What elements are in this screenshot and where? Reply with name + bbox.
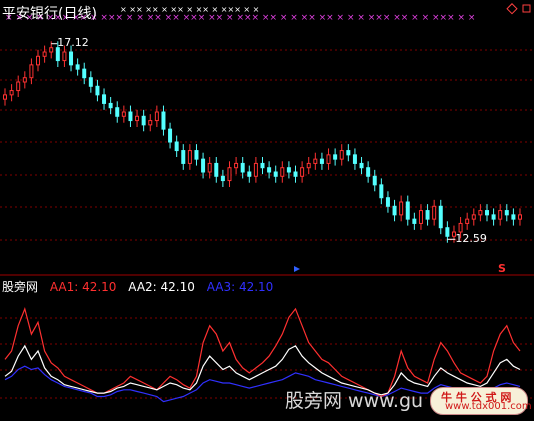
candle-body xyxy=(3,94,7,100)
candle-body xyxy=(438,205,443,229)
candle-body xyxy=(234,162,239,169)
candle-body xyxy=(240,162,245,173)
candle-body xyxy=(154,111,159,122)
badge-url: www.tdx001.com xyxy=(445,401,532,412)
candle-body xyxy=(102,94,107,104)
candle-body xyxy=(187,150,192,164)
candle-body xyxy=(168,128,173,143)
candle-body xyxy=(69,51,74,66)
candle-body xyxy=(75,64,80,70)
high-price-label: 17.12 xyxy=(57,35,89,49)
candle-body xyxy=(247,171,252,177)
candle-body xyxy=(9,90,14,96)
candle-body xyxy=(181,150,186,164)
candle-body xyxy=(484,210,489,216)
candle-body xyxy=(227,167,232,182)
candle-body xyxy=(458,222,463,233)
candle-body xyxy=(128,111,133,122)
candle-body xyxy=(306,162,311,169)
candle-body xyxy=(55,47,60,62)
candle-body xyxy=(498,210,503,220)
candle-body xyxy=(432,205,437,220)
chart-title: 平安银行(日线) xyxy=(2,6,97,22)
candle-body xyxy=(478,210,483,216)
low-price-label: 12.59 xyxy=(455,232,487,246)
candle-body xyxy=(121,111,126,117)
candle-body xyxy=(174,141,179,152)
site-badge: 牛 牛 公 式 网 www.tdx001.com xyxy=(430,387,532,415)
chart-canvas: × × × × ××× ×× × ××× × × ×× ×× ××× ×× × … xyxy=(0,3,534,403)
chart-window: { "title": "平安银行(日线)", "price_chart": { … xyxy=(0,0,534,421)
candle-body xyxy=(405,201,410,220)
candle-body xyxy=(135,115,140,122)
indicator-name: 股旁网 xyxy=(2,280,39,294)
scroll-marker xyxy=(294,266,300,272)
aa2-label: AA2: 42.10 xyxy=(128,280,195,294)
signal-marks-white: × ×× ×× × ×× × ×× × ××× × × xyxy=(120,5,259,14)
candle-body xyxy=(385,197,390,207)
diamond-icon xyxy=(506,3,518,15)
candle-body xyxy=(16,81,21,92)
candle-body xyxy=(319,158,324,164)
candle-body xyxy=(260,162,265,169)
candle-body xyxy=(379,184,384,199)
candle-body xyxy=(399,201,404,216)
square-icon xyxy=(522,4,531,13)
candle-body xyxy=(352,154,357,164)
candle-body xyxy=(161,111,166,130)
candle-body xyxy=(465,218,470,224)
candle-body xyxy=(471,214,476,220)
candle-body xyxy=(518,214,522,220)
candle-body xyxy=(194,150,199,160)
candle-body xyxy=(491,214,496,220)
candle-body xyxy=(49,47,54,53)
candle-body xyxy=(418,210,423,224)
candle-body xyxy=(62,51,67,62)
aa3-label: AA3: 42.10 xyxy=(206,280,274,294)
candle-body xyxy=(286,167,291,173)
candle-body xyxy=(29,64,34,79)
sell-marker: S xyxy=(498,262,506,275)
candle-body xyxy=(42,51,47,57)
candle-body xyxy=(326,154,331,164)
candle-body xyxy=(220,175,225,182)
candle-body xyxy=(273,171,278,177)
candle-body xyxy=(425,210,430,220)
watermark: 股旁网 www.gu xyxy=(285,390,424,412)
candle-body xyxy=(36,55,41,66)
candle-body xyxy=(333,154,338,160)
candle-body xyxy=(207,162,212,173)
candle-body xyxy=(148,120,153,126)
candle-body xyxy=(141,115,146,126)
candle-body xyxy=(22,77,27,83)
aa1-line xyxy=(4,306,521,398)
indicator-title: 股旁网 AA1: 42.10 AA2: 42.10 AA3: 42.10 xyxy=(2,278,281,295)
candle-body xyxy=(82,68,87,79)
candle-body xyxy=(313,158,318,164)
candle-body xyxy=(412,218,417,224)
candle-body xyxy=(392,205,397,216)
candle-body xyxy=(115,107,120,117)
candle-body xyxy=(201,158,206,173)
candle-body xyxy=(88,77,93,87)
candle-body xyxy=(372,175,377,186)
aa1-label: AA1: 42.10 xyxy=(49,280,117,294)
candle-body xyxy=(300,167,305,177)
candle-body xyxy=(253,162,258,177)
candle-body xyxy=(280,167,285,177)
candle-body xyxy=(267,167,272,173)
candle-body xyxy=(366,167,371,177)
candle-body xyxy=(214,162,219,177)
candle-body xyxy=(511,214,516,220)
candle-body xyxy=(504,210,509,216)
candle-body xyxy=(346,150,351,156)
candle-body xyxy=(339,150,344,160)
candle-body xyxy=(293,171,298,177)
candle-body xyxy=(95,85,100,96)
candle-body xyxy=(108,102,113,109)
candle-body xyxy=(445,227,450,237)
candle-body xyxy=(359,162,364,169)
